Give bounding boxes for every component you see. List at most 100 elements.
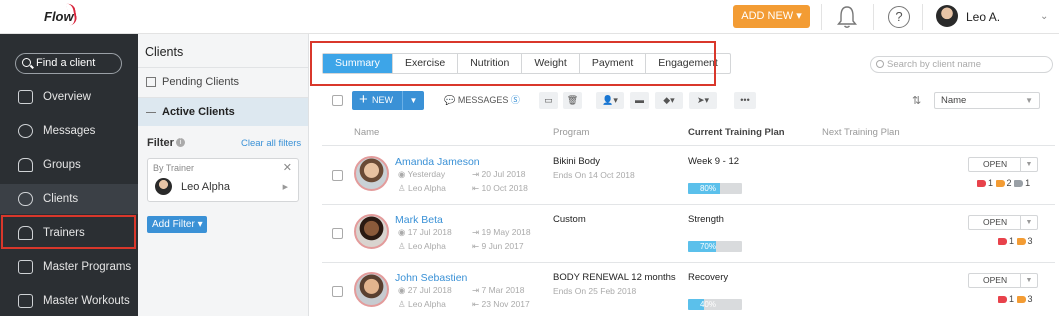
sidebar-item-master-programs[interactable]: Master Programs [0,252,138,282]
client-name-link[interactable]: John Sebastien [395,272,467,284]
panel-title: Clients [145,45,184,59]
column-header-program[interactable]: Program [553,127,589,138]
tag-icon [998,238,1007,245]
people-icon [18,158,33,172]
payment-card-icon[interactable]: ▬ [630,92,649,109]
column-header-name[interactable]: Name [354,127,379,138]
client-name-link[interactable]: Amanda Jameson [395,156,480,168]
document-icon [18,294,33,308]
user-avatar[interactable] [936,5,958,27]
tag-count: 1 [988,178,994,188]
main-content: Summary Exercise Nutrition Weight Paymen… [310,34,1059,316]
table-row[interactable]: Mark Beta ◉ 17 Jul 2018 ♙ Leo Alpha ⇥ 19… [322,212,1055,269]
last-seen: ◉ Yesterday [398,169,446,179]
client-search-input[interactable]: Search by client name [870,56,1053,73]
date-value: 7 Mar 2018 [481,285,525,295]
sidebar-item-groups[interactable]: Groups [0,150,138,180]
sidebar-item-label: Groups [43,159,81,171]
divider [322,145,1055,146]
sidebar-item-messages[interactable]: Messages [0,116,138,146]
tag-count: 1 [1009,236,1015,246]
trainer-avatar [155,178,172,195]
trainer-value: Leo Alpha [407,299,446,309]
close-icon[interactable]: ✕ [283,161,292,174]
sidebar-item-label: Overview [43,91,91,103]
row-checkbox[interactable] [332,228,343,239]
row-checkbox[interactable] [332,286,343,297]
chevron-down-icon: ▼ [1020,274,1037,287]
trainer-value: Leo Alpha [407,183,446,193]
client-avatar[interactable] [354,214,389,249]
tag-counts[interactable]: 1 3 [998,236,1033,246]
send-icon[interactable]: ➤▾ [689,92,717,109]
user-name[interactable]: Leo A. [966,10,1000,24]
start-date: ⇥ 7 Mar 2018 [472,285,525,295]
sort-value: Name [941,95,967,106]
tag-count: 3 [1027,236,1033,246]
find-client-button[interactable]: Find a client [15,53,122,74]
flow-logo[interactable]: Flow [44,2,78,26]
last-seen-value: Yesterday [407,169,446,179]
chevron-down-icon[interactable]: ▼ [402,91,424,110]
sidebar-item-label: Master Workouts [43,295,130,307]
divider [922,4,923,30]
sort-icon[interactable]: ⇅ [912,94,921,107]
sort-select[interactable]: Name ▼ [934,92,1040,109]
status-dropdown[interactable]: OPEN ▼ [968,215,1038,230]
start-date: ⇥ 20 Jul 2018 [472,169,526,179]
top-bar: Flow ADD NEW ▾ ? Leo A. ⌄ [0,0,1059,34]
table-row[interactable]: Amanda Jameson ◉ Yesterday ♙ Leo Alpha ⇥… [322,154,1055,211]
new-button[interactable]: + NEW ▼ [352,91,424,110]
clear-all-filters-link[interactable]: Clear all filters [241,138,301,149]
chevron-down-icon[interactable]: ⌄ [1040,11,1048,22]
assign-trainer-icon[interactable]: 👤▾ [596,92,624,109]
table-row[interactable]: John Sebastien ◉ 27 Jul 2018 ♙ Leo Alpha… [322,270,1055,316]
end-date: ⇤ 10 Oct 2018 [472,183,528,193]
add-filter-button[interactable]: Add Filter ▾ [147,216,207,233]
client-name-link[interactable]: Mark Beta [395,214,443,226]
current-plan: Strength [688,214,724,225]
assigned-trainer: ♙ Leo Alpha [398,183,446,193]
tag-icon[interactable]: ◆▾ [655,92,683,109]
tag-counts[interactable]: 1 3 [998,294,1033,304]
info-icon[interactable]: i [176,138,185,147]
help-icon[interactable]: ? [888,6,910,28]
sidebar-item-overview[interactable]: Overview [0,82,138,112]
add-new-button[interactable]: ADD NEW ▾ [733,5,810,28]
sidebar-item-master-workouts[interactable]: Master Workouts [0,286,138,316]
program-end: Ends On 25 Feb 2018 [553,286,637,296]
tag-count: 1 [1025,178,1031,188]
assigned-trainer: ♙ Leo Alpha [398,241,446,251]
program-name: BODY RENEWAL 12 months [553,272,676,283]
pending-clients-item[interactable]: Pending Clients [138,67,308,96]
status-dropdown[interactable]: OPEN ▼ [968,273,1038,288]
more-options-icon[interactable]: ••• [734,92,756,109]
program-name: Bikini Body [553,156,600,167]
tag-icon [1016,296,1026,303]
program-name: Custom [553,214,586,225]
active-clients-item[interactable]: Active Clients [138,97,308,126]
clients-icon [18,192,33,206]
tag-icon [995,180,1005,187]
sidebar-item-clients[interactable]: Clients [0,184,138,214]
messages-button[interactable]: 💬 MESSAGES Ⓢ [438,92,526,109]
trash-icon[interactable]: 🗑 [563,92,582,109]
notification-bell-icon[interactable] [836,5,858,29]
sidebar: Find a client Overview Messages Groups C… [0,34,138,316]
tag-counts[interactable]: 1 2 1 [977,178,1030,188]
client-avatar[interactable] [354,156,389,191]
status-dropdown[interactable]: OPEN ▼ [968,157,1038,172]
client-avatar[interactable] [354,272,389,307]
pending-icon [146,77,156,87]
tag-count: 2 [1006,178,1012,188]
archive-icon[interactable]: ▭ [539,92,558,109]
row-checkbox[interactable] [332,170,343,181]
search-placeholder: Search by client name [887,59,981,70]
trainer-filter[interactable]: By Trainer ✕ Leo Alpha ▶ [147,158,299,202]
program-end: Ends On 14 Oct 2018 [553,170,635,180]
column-header-current-plan[interactable]: Current Training Plan [688,127,785,138]
column-header-next-plan[interactable]: Next Training Plan [822,127,900,138]
select-all-checkbox[interactable] [332,95,343,106]
end-date: ⇤ 9 Jun 2017 [472,241,524,251]
active-clients-label: Active Clients [162,106,235,118]
